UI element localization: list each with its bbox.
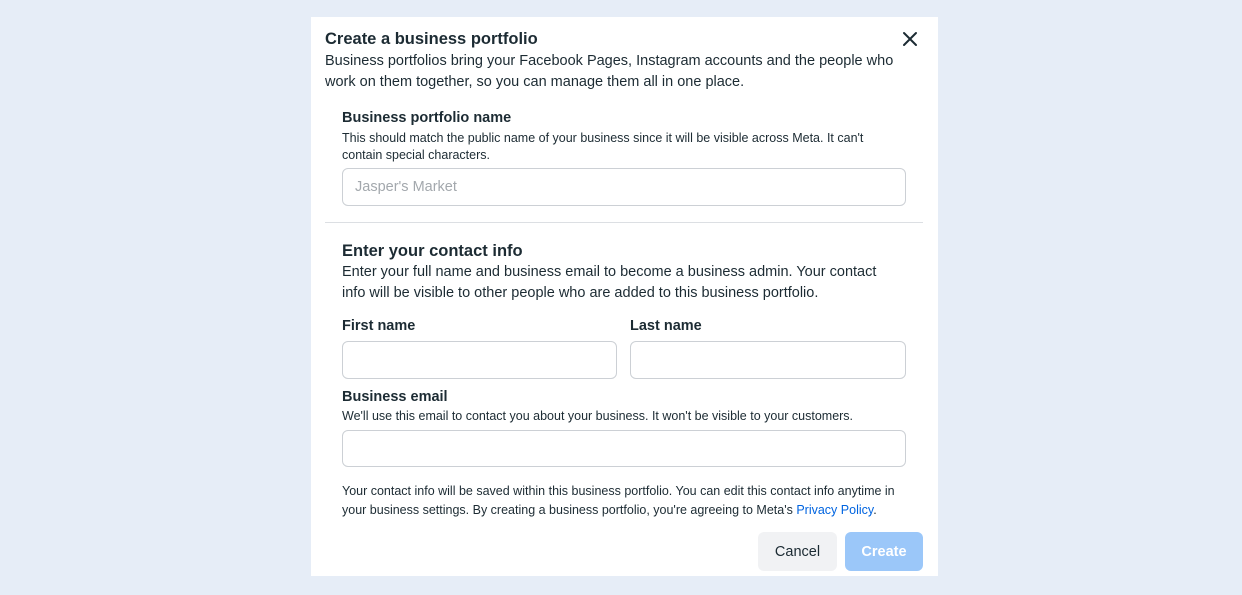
business-email-label: Business email — [342, 389, 448, 405]
dialog-subtitle: Business portfolios bring your Facebook … — [325, 53, 894, 90]
contact-info-description: Enter your full name and business email … — [342, 264, 877, 301]
section-divider — [325, 222, 923, 223]
create-business-portfolio-dialog: Create a business portfolio Business por… — [311, 17, 938, 576]
contact-info-title: Enter your contact info — [342, 242, 523, 260]
portfolio-name-help: This should match the public name of you… — [342, 131, 864, 162]
business-email-help: We'll use this email to contact you abou… — [342, 409, 854, 423]
create-button[interactable]: Create — [845, 532, 923, 571]
first-name-input[interactable] — [342, 341, 617, 379]
portfolio-name-label: Business portfolio name — [342, 110, 512, 126]
last-name-label: Last name — [630, 318, 702, 334]
first-name-label: First name — [342, 318, 416, 334]
footer-note-end: . — [873, 503, 877, 517]
close-button[interactable] — [900, 29, 920, 49]
close-icon — [903, 32, 917, 46]
cancel-button[interactable]: Cancel — [758, 532, 837, 571]
dialog-title: Create a business portfolio — [325, 30, 538, 48]
privacy-policy-link[interactable]: Privacy Policy — [796, 503, 873, 517]
portfolio-name-input[interactable] — [342, 168, 906, 206]
footer-note: Your contact info will be saved within t… — [342, 482, 917, 520]
business-email-input[interactable] — [342, 430, 906, 467]
last-name-input[interactable] — [630, 341, 906, 379]
